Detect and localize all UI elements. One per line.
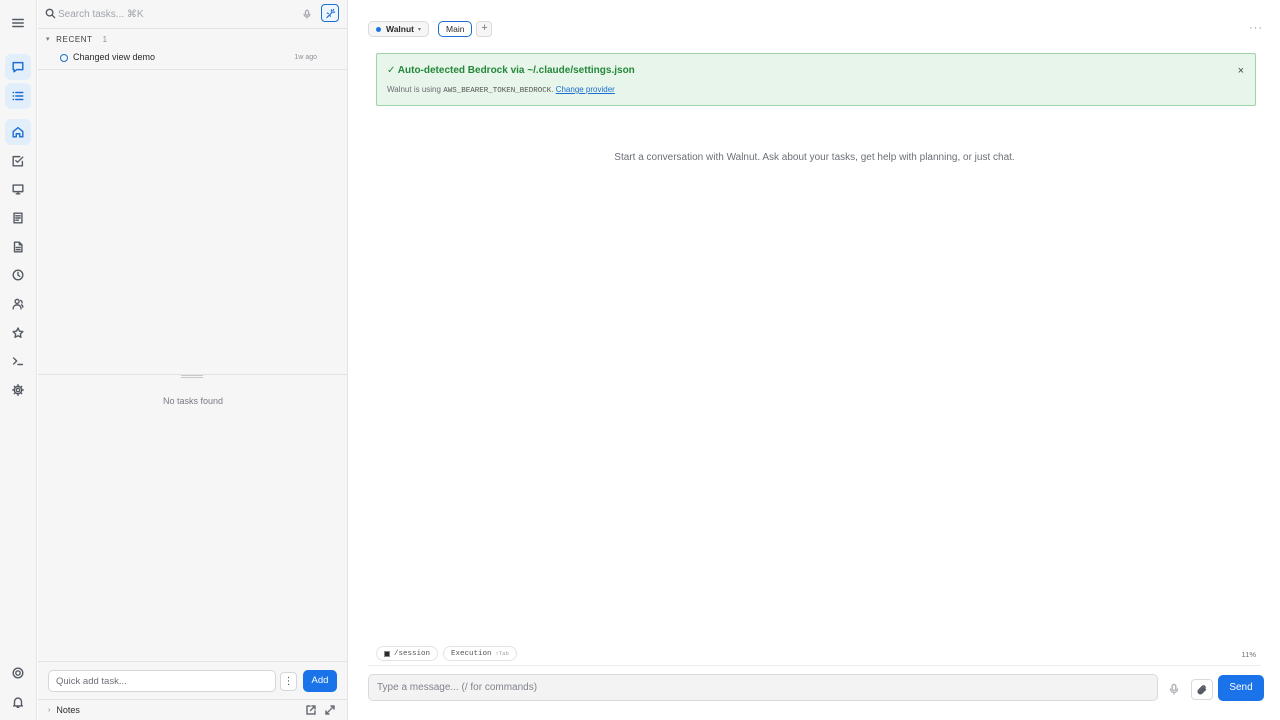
task-check-icon[interactable] <box>5 148 31 174</box>
change-provider-link[interactable]: Change provider <box>556 85 615 94</box>
workspace-name: Walnut <box>386 24 415 34</box>
expand-icon[interactable] <box>324 704 336 716</box>
mode-chip[interactable]: Execution ⇧Tab <box>443 646 517 661</box>
env-var-name: AWS_BEARER_TOKEN_BEDROCK <box>443 87 552 95</box>
file-icon[interactable] <box>5 234 31 260</box>
task-panel: ▾ RECENT 1 Changed view demo 1w ago No t… <box>38 0 348 720</box>
terminal-square-icon <box>384 650 390 657</box>
paperclip-icon <box>1197 684 1207 694</box>
context-usage: 11% <box>1241 650 1256 659</box>
attach-button[interactable] <box>1191 679 1213 700</box>
status-dot <box>376 26 381 32</box>
quick-add-bar: ⋮ Add <box>38 661 348 699</box>
list-item[interactable]: Changed view demo 1w ago <box>38 49 348 70</box>
add-task-button[interactable]: Add <box>303 670 337 692</box>
recent-section-header[interactable]: ▾ RECENT 1 <box>46 33 107 45</box>
message-input[interactable] <box>368 674 1158 701</box>
magic-wand-button[interactable] <box>321 4 339 22</box>
workspace-selector[interactable]: Walnut ▾ <box>368 21 430 37</box>
add-tab-button[interactable]: + <box>476 21 493 37</box>
notes-label: Notes <box>56 705 80 715</box>
recent-label: RECENT <box>56 34 93 44</box>
chat-empty-hint: Start a conversation with Walnut. Ask ab… <box>614 152 1015 163</box>
help-icon[interactable] <box>5 660 31 686</box>
mode-chip-label: Execution <box>451 649 492 658</box>
banner-body-suffix: . <box>551 85 554 94</box>
monitor-icon[interactable] <box>5 176 31 202</box>
chat-main: Walnut ▾ Main + ··· ✓ Auto-detected Bedr… <box>349 0 1280 720</box>
menu-icon[interactable] <box>5 10 31 36</box>
tab-main[interactable]: Main <box>438 21 473 37</box>
session-tabs: Walnut ▾ Main + <box>368 21 493 37</box>
settings-icon[interactable] <box>5 377 31 403</box>
empty-tasks-message: No tasks found <box>162 396 224 406</box>
list-icon[interactable] <box>5 83 31 109</box>
home-icon[interactable] <box>5 119 31 145</box>
people-icon[interactable] <box>5 291 31 317</box>
banner-body-prefix: Walnut is using <box>387 85 441 94</box>
terminal-icon[interactable] <box>5 348 31 374</box>
wand-icon <box>325 8 335 18</box>
quick-add-options-button[interactable]: ⋮ <box>280 672 297 691</box>
banner-title: ✓ Auto-detected Bedrock via ~/.claude/se… <box>387 65 635 76</box>
bell-icon[interactable] <box>5 689 31 715</box>
notes-section: › Notes <box>38 699 348 720</box>
search-input[interactable] <box>58 6 288 23</box>
microphone-icon <box>303 9 311 19</box>
close-icon[interactable]: × <box>1238 65 1244 77</box>
session-chip-label: /session <box>394 649 431 658</box>
chevron-down-icon: ▾ <box>46 36 51 43</box>
clock-icon[interactable] <box>5 262 31 288</box>
voice-search-button[interactable] <box>298 5 316 23</box>
microphone-icon <box>1169 683 1179 695</box>
composer-chips: /session Execution ⇧Tab <box>376 646 522 661</box>
composer-divider <box>368 665 1261 666</box>
star-icon[interactable] <box>5 320 31 346</box>
notes-toggle[interactable]: › Notes <box>48 705 80 715</box>
voice-input-button[interactable] <box>1164 679 1184 699</box>
search-icon <box>45 8 56 19</box>
chat-icon[interactable] <box>5 54 31 80</box>
task-title: Changed view demo <box>73 52 156 62</box>
task-status-circle-icon[interactable] <box>60 54 68 62</box>
document-icon[interactable] <box>5 205 31 231</box>
chevron-right-icon: › <box>48 706 51 714</box>
resize-handle[interactable] <box>181 375 203 378</box>
banner-body: Walnut is using AWS_BEARER_TOKEN_BEDROCK… <box>387 85 615 95</box>
task-timestamp: 1w ago <box>294 54 317 61</box>
more-options-icon[interactable]: ··· <box>1249 22 1263 34</box>
search-bar <box>38 0 348 29</box>
quick-add-input[interactable] <box>48 670 276 692</box>
chevron-down-icon: ▾ <box>418 26 422 33</box>
session-chip[interactable]: /session <box>376 646 439 661</box>
mode-chip-shortcut: ⇧Tab <box>495 650 509 657</box>
provider-banner: ✓ Auto-detected Bedrock via ~/.claude/se… <box>376 53 1256 106</box>
send-button[interactable]: Send <box>1218 675 1264 701</box>
icon-rail <box>0 0 37 720</box>
recent-count: 1 <box>102 34 108 44</box>
open-external-icon[interactable] <box>305 704 317 716</box>
